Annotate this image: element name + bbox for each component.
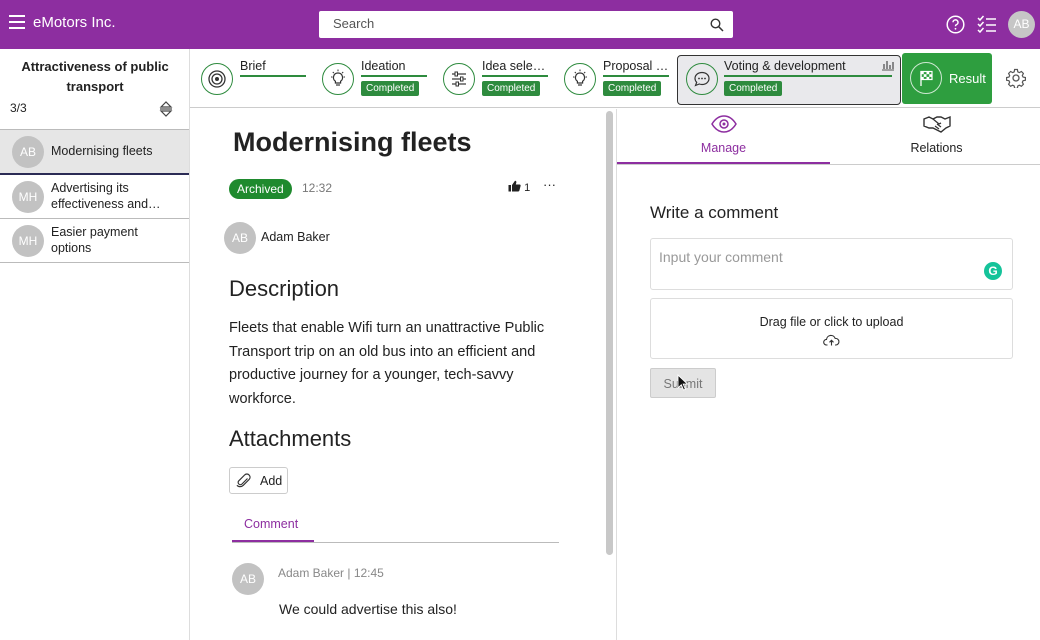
- phase-name: Idea sele…: [482, 59, 546, 73]
- avatar: AB: [224, 222, 256, 254]
- tab-comment[interactable]: Comment: [232, 509, 314, 542]
- scrollbar[interactable]: [606, 111, 613, 555]
- help-icon[interactable]: [946, 15, 965, 34]
- upload-dropzone[interactable]: Drag file or click to upload: [650, 298, 1013, 359]
- upload-label: Drag file or click to upload: [759, 315, 904, 329]
- right-panel: Manage Relations Write a comment Input y…: [617, 109, 1040, 640]
- idea-list-item-label: Easier payment options: [51, 225, 138, 255]
- comment-text: We could advertise this also!: [279, 601, 457, 617]
- tab-comment-label: Comment: [244, 517, 299, 531]
- bar-chart-icon[interactable]: [881, 59, 895, 71]
- search-icon[interactable]: [710, 18, 724, 32]
- phase-brief[interactable]: Brief: [190, 55, 310, 105]
- status-badge: Completed: [603, 81, 662, 96]
- write-comment-heading: Write a comment: [650, 203, 779, 222]
- handshake-icon: [922, 115, 951, 133]
- company-name: eMotors Inc.: [33, 14, 116, 31]
- phase-idea-selection[interactable]: Idea sele… Completed: [432, 55, 552, 105]
- user-avatar[interactable]: AB: [1008, 11, 1035, 38]
- tab-manage[interactable]: Manage: [617, 109, 830, 164]
- idea-list-item[interactable]: MH Advertising its effectiveness and…: [0, 175, 189, 219]
- like-button[interactable]: 1: [508, 180, 530, 194]
- phase-progress: [240, 75, 306, 77]
- divider: [617, 164, 1040, 165]
- eye-icon: [710, 115, 737, 133]
- author-name: Adam Baker: [261, 230, 330, 244]
- comment-input[interactable]: Input your comment G: [650, 238, 1013, 290]
- paperclip-icon: [236, 473, 251, 488]
- idea-list-item[interactable]: MH Easier payment options: [0, 219, 189, 263]
- avatar: AB: [232, 563, 264, 595]
- gear-icon[interactable]: [1006, 68, 1026, 88]
- tab-relations-label: Relations: [910, 141, 963, 155]
- sidebar: Attractiveness of public transport 3/3 A…: [0, 49, 190, 640]
- idea-detail: Modernising fleets Archived 12:32 1 ··· …: [190, 109, 602, 640]
- tab-manage-label: Manage: [700, 141, 747, 155]
- phase-voting-development[interactable]: Voting & development Completed: [677, 55, 901, 105]
- more-options-button[interactable]: ···: [543, 177, 556, 192]
- phase-progress: [482, 75, 548, 77]
- phase-name: Ideation: [361, 59, 406, 73]
- avatar: MH: [12, 181, 44, 213]
- idea-count: 3/3: [10, 101, 27, 115]
- result-button[interactable]: Result: [902, 53, 992, 104]
- chat-icon: [686, 63, 718, 95]
- avatar: MH: [12, 225, 44, 257]
- lightbulb-icon: [564, 63, 596, 95]
- status-badge: Completed: [724, 81, 783, 96]
- phase-progress: [724, 75, 892, 77]
- add-attachment-button[interactable]: Add: [229, 467, 288, 494]
- phase-ideation[interactable]: Ideation Completed: [311, 55, 431, 105]
- result-label: Result: [949, 71, 986, 86]
- comment-placeholder: Input your comment: [659, 249, 783, 265]
- tab-relations[interactable]: Relations: [830, 109, 1040, 164]
- description-heading: Description: [229, 276, 340, 301]
- idea-title: Modernising fleets: [233, 127, 472, 157]
- grammarly-icon[interactable]: G: [984, 262, 1002, 280]
- flag-icon: [910, 62, 942, 94]
- search-placeholder: Search: [333, 16, 375, 31]
- status-badge: Completed: [361, 81, 420, 96]
- phase-progress: [361, 75, 427, 77]
- sliders-icon: [443, 63, 475, 95]
- idea-list: AB Modernising fleets MH Advertising its…: [0, 129, 189, 263]
- status-badge: Completed: [482, 81, 541, 96]
- like-count: 1: [524, 182, 531, 194]
- avatar: AB: [12, 136, 44, 168]
- challenge-title: Attractiveness of public transport: [21, 59, 169, 94]
- thumbs-up-icon: [508, 180, 521, 192]
- mouse-pointer-icon: [677, 374, 688, 391]
- sort-icon[interactable]: [159, 100, 173, 118]
- attachments-heading: Attachments: [229, 426, 352, 451]
- phase-progress: [603, 75, 669, 77]
- phase-name: Brief: [240, 59, 266, 73]
- add-label: Add: [260, 474, 283, 488]
- phase-name: Proposal …: [603, 59, 669, 73]
- idea-time: 12:32: [302, 181, 333, 195]
- divider: [232, 542, 559, 543]
- menu-icon[interactable]: [9, 15, 25, 29]
- phase-proposal[interactable]: Proposal … Completed: [553, 55, 673, 105]
- phase-name: Voting & development: [724, 59, 846, 73]
- description-text: Fleets that enable Wifi turn an unattrac…: [229, 320, 545, 407]
- cloud-upload-icon: [823, 334, 840, 346]
- lightbulb-icon: [322, 63, 354, 95]
- target-icon: [201, 63, 233, 95]
- phase-bar: Brief Ideation Completed Idea sele… Comp…: [190, 49, 1040, 108]
- tasks-icon[interactable]: [977, 15, 997, 33]
- comment-meta: Adam Baker | 12:45: [278, 566, 384, 580]
- idea-list-item-label: Modernising fleets: [51, 144, 153, 158]
- idea-list-item[interactable]: AB Modernising fleets: [0, 130, 189, 175]
- search-input[interactable]: Search: [319, 11, 733, 38]
- status-badge: Archived: [229, 179, 292, 199]
- top-bar: eMotors Inc. Search AB: [0, 0, 1040, 49]
- idea-list-item-label: Advertising its effectiveness and…: [51, 181, 161, 211]
